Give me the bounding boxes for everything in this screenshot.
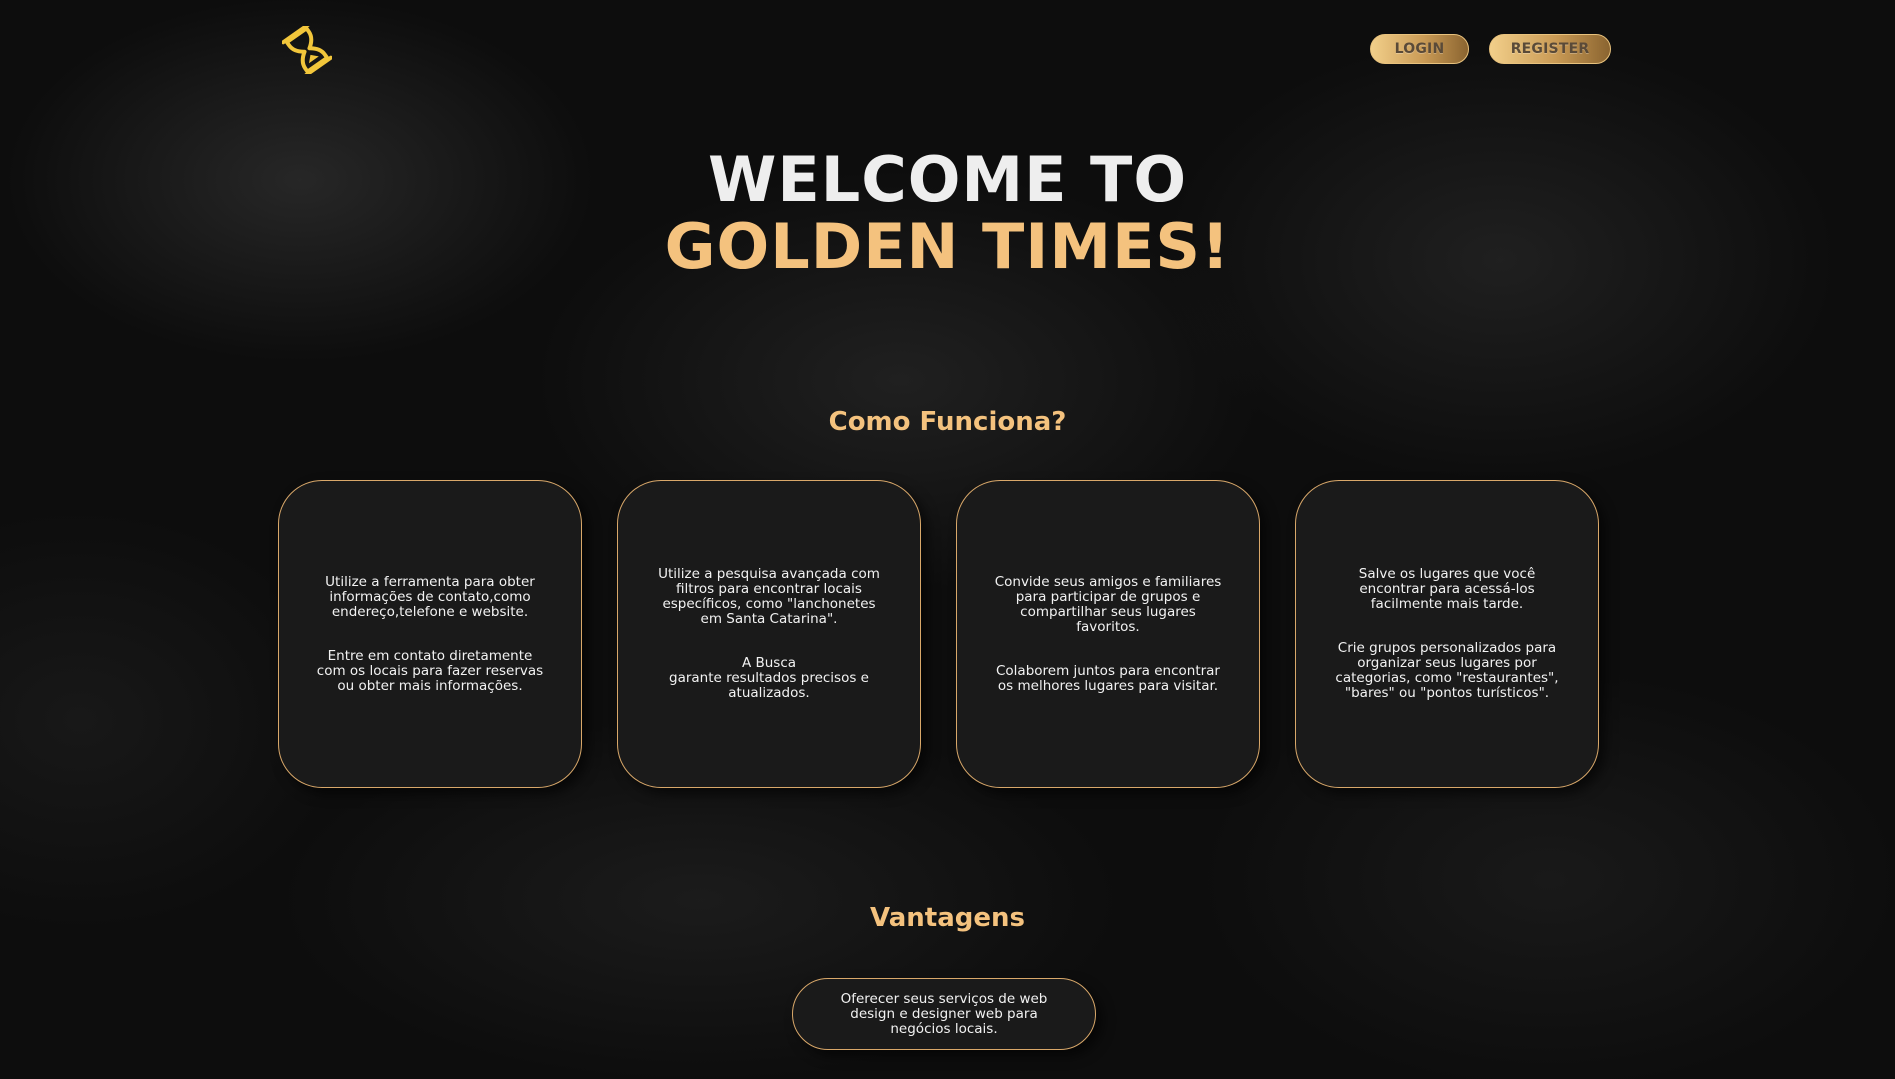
- card-text: Entre em contato diretamente com os loca…: [316, 647, 544, 694]
- card-text: Crie grupos personalizados para organiza…: [1335, 640, 1559, 701]
- card-text: Convide seus amigos e familiares para pa…: [994, 573, 1222, 635]
- hero-title-line2: GOLDEN TIMES!: [664, 210, 1231, 283]
- card-text: A Busca garante resultados precisos e at…: [669, 655, 869, 701]
- how-it-works-title: Como Funciona?: [828, 407, 1067, 437]
- card-text: Utilize a pesquisa avançada com filtros …: [658, 566, 880, 627]
- card-text: Salve os lugares que você encontrar para…: [1358, 566, 1536, 612]
- card-text: Colaborem juntos para encontrar os melho…: [995, 662, 1220, 694]
- hourglass-logo-icon[interactable]: [281, 23, 333, 77]
- advantage-card: Oferecer seus serviços de web design e d…: [792, 978, 1096, 1050]
- advantages-title: Vantagens: [870, 903, 1025, 933]
- feature-card-invite-friends: Convide seus amigos e familiares para pa…: [956, 480, 1260, 788]
- advantage-text: Oferecer seus serviços de web design e d…: [840, 990, 1048, 1037]
- hero-title-line1: WELCOME TO: [707, 143, 1188, 216]
- feature-card-contact-info: Utilize a ferramenta para obter informaç…: [278, 480, 582, 788]
- feature-card-save-places: Salve os lugares que você encontrar para…: [1295, 480, 1599, 788]
- feature-card-advanced-search: Utilize a pesquisa avançada com filtros …: [617, 480, 921, 788]
- login-button[interactable]: LOGIN: [1370, 34, 1469, 64]
- card-text: Utilize a ferramenta para obter informaç…: [325, 573, 535, 620]
- register-button[interactable]: REGISTER: [1489, 34, 1611, 64]
